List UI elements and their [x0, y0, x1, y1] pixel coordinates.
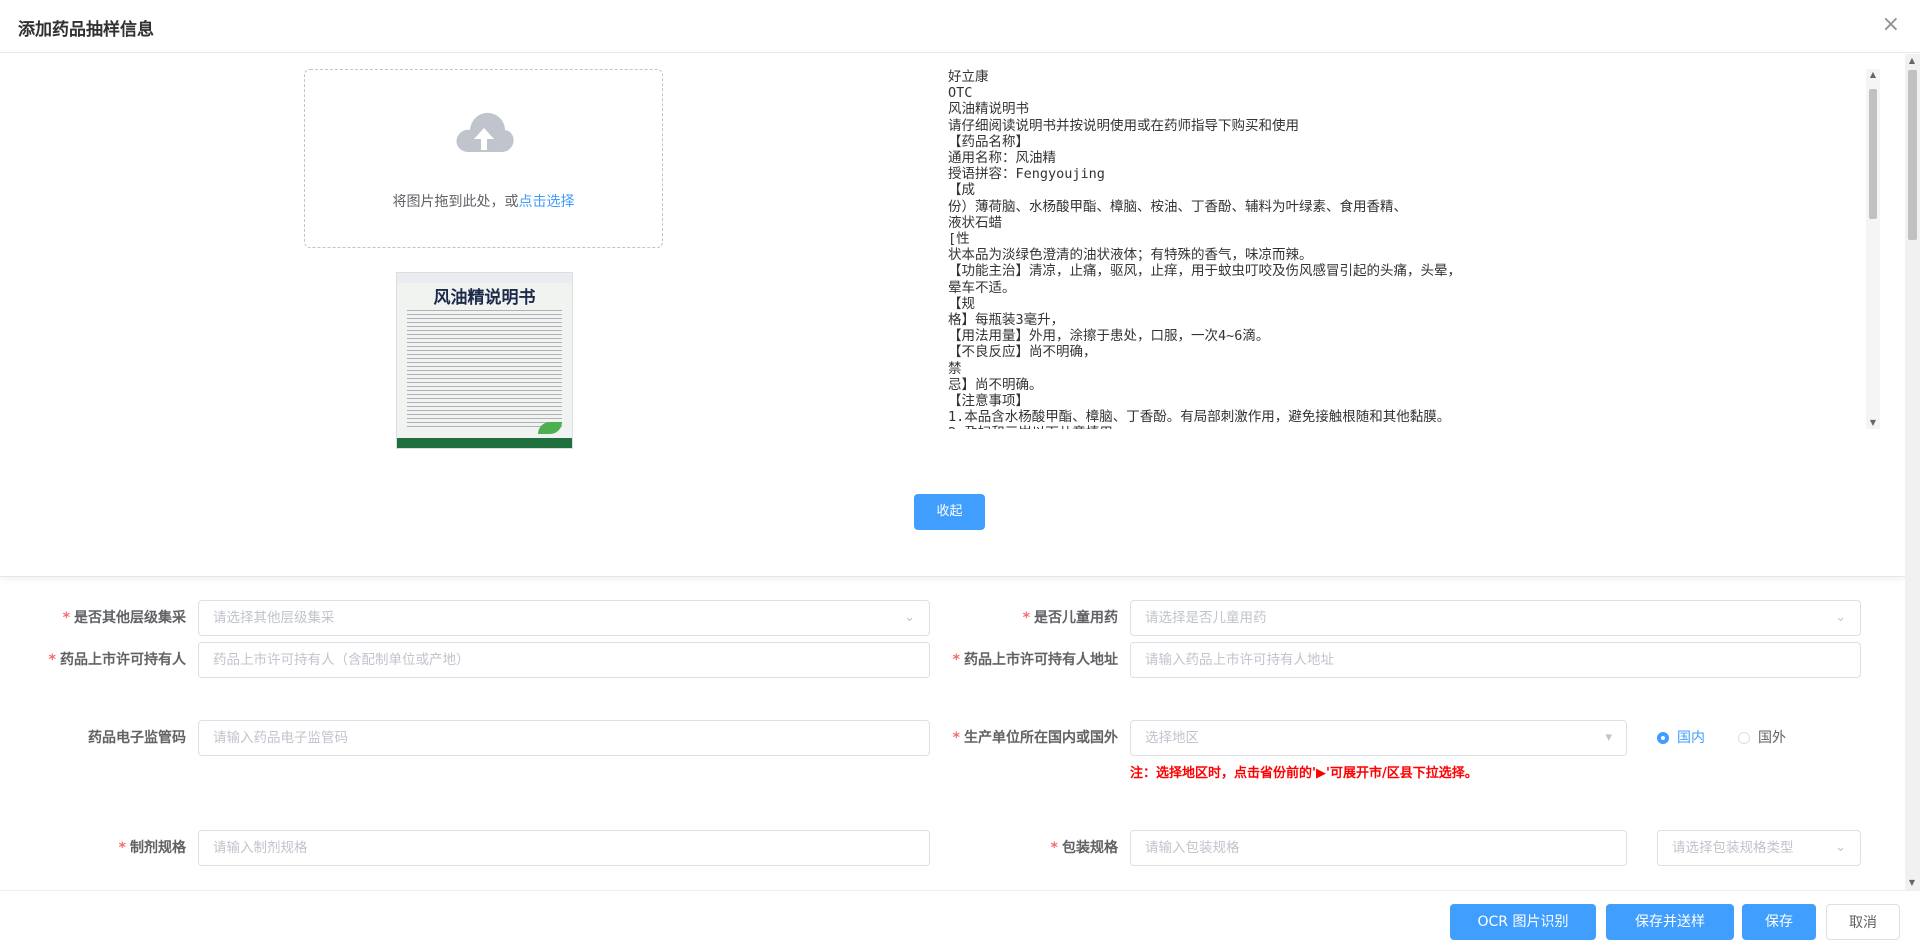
mah-address-input[interactable]: 请输入药品上市许可持有人地址 — [1130, 642, 1861, 678]
ocr-line: 请仔细阅读说明书并按说明使用或在药师指导下购买和使用 — [948, 117, 1299, 134]
ocr-line: 【功能主治】清凉，止痛，驱风，止痒，用于蚊虫叮咬及伤风感冒引起的头痛，头晕， — [948, 263, 1461, 280]
ocr-line: 1.本品含水杨酸甲酯、樟脑、丁香酚。有局部刺激作用，避免接触根随和其他黏膜。 — [948, 409, 1451, 426]
mah-input[interactable]: 药品上市许可持有人（含配制单位或产地） — [198, 642, 930, 678]
collapse-button[interactable]: 收起 — [914, 494, 985, 530]
ocr-recognize-button[interactable]: OCR 图片识别 — [1450, 904, 1596, 940]
radio-checked-icon — [1657, 732, 1669, 744]
mah-label: * 药品上市许可持有人 — [48, 652, 186, 668]
prep-spec-input[interactable]: 请输入制剂规格 — [198, 830, 930, 866]
form-row-code: 药品电子监管码 请输入药品电子监管码 * 生产单位所在国内或国外 选择地区 ▾ 国内… — [0, 720, 1905, 756]
ocr-line: [性 — [948, 231, 970, 248]
pack-spec-type-select[interactable]: 请选择包装规格类型 ⌄ — [1657, 830, 1861, 866]
ocr-line: 晕车不适。 — [948, 279, 1016, 296]
page-scrollbar[interactable]: ▲ ▼ — [1905, 54, 1920, 890]
ocr-line: 授语拼容：Fengyoujing — [948, 166, 1105, 183]
scroll-up-icon[interactable]: ▲ — [1868, 70, 1878, 80]
ocr-line: 风油精说明书 — [948, 101, 1029, 118]
ocr-line: 【用法用量】外用，涂擦于患处，口服，一次4~6滴。 — [948, 328, 1270, 345]
region-select[interactable]: 选择地区 ▾ — [1130, 720, 1627, 756]
form-row-procurement: * 是否其他层级集采 请选择其他层级集采 ⌄ * 是否儿童用药 请选择是否儿童用药 ⌄ — [0, 600, 1905, 636]
scroll-up-icon[interactable]: ▲ — [1907, 56, 1917, 66]
other-procurement-select[interactable]: 请选择其他层级集采 ⌄ — [198, 600, 930, 636]
chevron-down-icon: ⌄ — [904, 610, 915, 625]
ocr-line: 忌】尚不明确。 — [948, 376, 1043, 393]
upload-select-link[interactable]: 点击选择 — [519, 194, 575, 210]
ocr-line: 【药品名称】 — [948, 133, 1029, 150]
chevron-down-icon: ⌄ — [1835, 840, 1846, 855]
region-hint-note: 注：选择地区时，点击省份前的'▶'可展开市/区县下拉选择。 — [1130, 766, 1478, 781]
ocr-lines: 好立康 OTC 风油精说明书 请仔细阅读说明书并按说明使用或在药师指导下购买和使用 【药… — [948, 69, 1886, 429]
child-medicine-select[interactable]: 请选择是否儿童用药 ⌄ — [1130, 600, 1861, 636]
form-row-mah: * 药品上市许可持有人 药品上市许可持有人（含配制单位或产地） * 药品上市许可持有… — [0, 642, 1905, 678]
dialog-body: * 是否其他层级集采 请选择其他层级集采 ⌄ * 是否儿童用药 请选择是否儿童用药 ⌄ … — [0, 54, 1905, 890]
uploaded-image-thumbnail[interactable]: 风油精说明书 — [396, 272, 573, 449]
mah-address-label: * 药品上市许可持有人地址 — [952, 652, 1118, 668]
upload-hint: 将图片拖到此处，或点击选择 — [392, 194, 575, 210]
ocr-line: 【不良反应】尚不明确， — [948, 344, 1097, 361]
dialog-title: 添加药品抽样信息 — [18, 20, 154, 40]
dialog-footer: OCR 图片识别 保存并送样 保存 取消 — [0, 890, 1920, 951]
radio-unchecked-icon — [1738, 732, 1750, 744]
ocr-line: 份）薄荷脑、水杨酸甲酯、樟脑、桉油、丁香酚、辅料为叶绿素、食用香精、 — [948, 198, 1407, 215]
other-procurement-label: * 是否其他层级集采 — [62, 610, 186, 626]
ocr-line: 【注意事项】 — [948, 393, 1029, 410]
ocr-line: 液状石蜡 — [948, 214, 1002, 231]
scroll-down-icon[interactable]: ▼ — [1868, 418, 1878, 428]
thumbnail-title: 风油精说明书 — [433, 288, 536, 308]
cloud-upload-icon — [456, 112, 514, 152]
pack-spec-label: * 包装规格 — [1050, 840, 1118, 856]
origin-label: * 生产单位所在国内或国外 — [952, 730, 1118, 746]
caret-down-icon: ▾ — [1605, 730, 1612, 745]
close-icon[interactable]: × — [1882, 12, 1900, 38]
ocr-line: 【成 — [948, 182, 975, 199]
save-and-send-button[interactable]: 保存并送样 — [1606, 904, 1734, 940]
save-button[interactable]: 保存 — [1742, 904, 1816, 940]
ocr-panel: 将图片拖到此处，或点击选择 风油精说明书 好立康 OTC 风油精说明书 请仔细阅读说明… — [0, 54, 1905, 577]
upload-dropzone[interactable]: 将图片拖到此处，或点击选择 — [304, 69, 663, 248]
radio-domestic[interactable]: 国内 — [1657, 720, 1705, 756]
e-code-label: 药品电子监管码 — [88, 730, 186, 746]
ocr-line: OTC — [948, 85, 973, 102]
pack-spec-input[interactable]: 请输入包装规格 — [1130, 830, 1627, 866]
ocr-line: 状本品为淡绿色澄清的油状液体；有特殊的香气，味凉而辣。 — [948, 247, 1313, 264]
e-code-input[interactable]: 请输入药品电子监管码 — [198, 720, 930, 756]
ocr-line: 通用名称：风油精 — [948, 150, 1056, 167]
form-row-spec: * 制剂规格 请输入制剂规格 * 包装规格 请输入包装规格 请选择包装规格类型 ⌄ — [0, 830, 1905, 866]
ocr-line: 禁 — [948, 360, 962, 377]
prep-spec-label: * 制剂规格 — [118, 840, 186, 856]
radio-foreign[interactable]: 国外 — [1738, 720, 1786, 756]
ocr-scrollbar[interactable]: ▲ ▼ — [1866, 69, 1880, 429]
cancel-button[interactable]: 取消 — [1826, 904, 1900, 940]
scroll-down-icon[interactable]: ▼ — [1907, 878, 1917, 888]
ocr-line: 【规 — [948, 295, 975, 312]
ocr-line: 好立康 — [948, 69, 989, 85]
ocr-line: 2.孕妇和三岁以下儿童慎用 — [948, 425, 1886, 429]
ocr-result-text[interactable]: 好立康 OTC 风油精说明书 请仔细阅读说明书并按说明使用或在药师指导下购买和使用 【药… — [948, 69, 1886, 429]
ocr-line: 格】每瓶装3毫升， — [948, 312, 1065, 329]
chevron-down-icon: ⌄ — [1835, 610, 1846, 625]
child-medicine-label: * 是否儿童用药 — [1022, 610, 1118, 626]
dialog-header: 添加药品抽样信息 × — [0, 0, 1920, 53]
